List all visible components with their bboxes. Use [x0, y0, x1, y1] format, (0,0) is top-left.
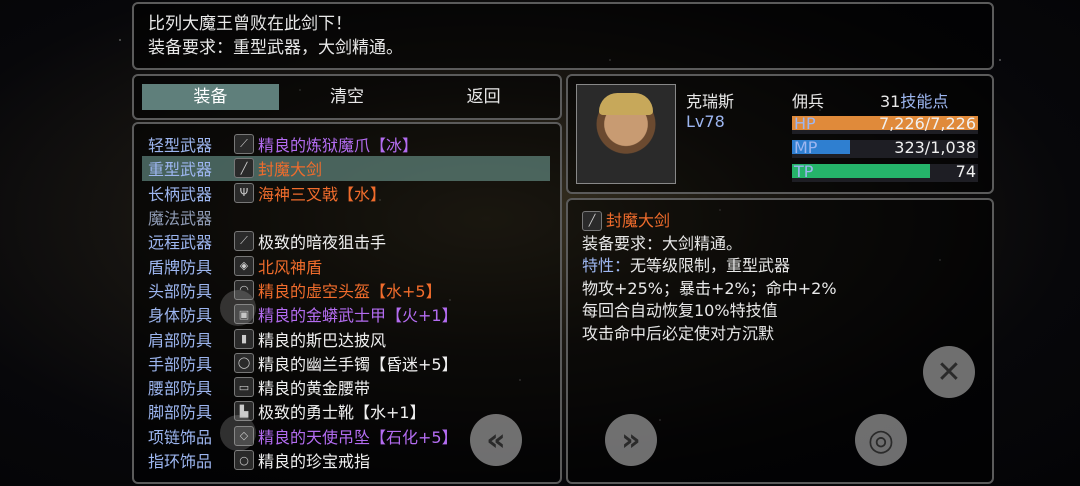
equipment-row[interactable]: 轻型武器 ⟋ 精良的炼狱魔爪【冰】: [142, 132, 552, 156]
description-line-2: 装备要求：重型武器，大剑精通。: [148, 38, 403, 58]
equipment-slot-label: 魔法武器: [148, 209, 213, 229]
mp-bar: MP 323/1,038: [792, 138, 978, 158]
chevron-double-left-icon: «: [486, 422, 506, 458]
equipment-slot-label: 腰部防具: [148, 379, 213, 399]
trait-value: 无等级限制，重型武器: [630, 256, 791, 275]
equipment-slot-label: 重型武器: [148, 160, 213, 180]
prev-page-button[interactable]: «: [470, 414, 522, 466]
equipment-item-name: 封魔大剑: [258, 160, 323, 180]
equipment-item-name: 精良的炼狱魔爪【冰】: [258, 136, 419, 156]
item-info-effect-2: 攻击命中后必定使对方沉默: [582, 323, 775, 343]
joystick-hint: [220, 415, 256, 451]
equipment-item-name: 精良的黄金腰带: [258, 379, 371, 399]
close-icon: ✕: [936, 354, 962, 390]
description-line-1: 比列大魔王曾败在此剑下！: [148, 14, 352, 34]
sword-icon: ╱: [234, 158, 254, 179]
tp-value: 74: [955, 162, 976, 181]
sword-icon: ╱: [582, 211, 602, 232]
equipment-item-name: 极致的勇士靴【水+1】: [258, 403, 426, 423]
equipment-item-name: 精良的金蟒武士甲【火+1】: [258, 306, 458, 326]
equipment-slot-label: 肩部防具: [148, 330, 213, 350]
equipment-row[interactable]: 魔法武器: [142, 205, 552, 229]
close-button[interactable]: ✕: [923, 346, 975, 398]
rifle-icon: ⟋: [234, 231, 254, 252]
equipment-item-name: 精良的珍宝戒指: [258, 452, 371, 471]
equipment-row[interactable]: 头部防具 ◠ 精良的虚空头盔【水+5】: [142, 278, 552, 302]
equipment-row[interactable]: 盾牌防具 ◈ 北风神盾: [142, 253, 552, 277]
chevron-double-right-icon: »: [621, 422, 641, 458]
equipment-slot-label: 脚部防具: [148, 403, 213, 423]
equipment-item-name: 精良的虚空头盔【水+5】: [258, 281, 442, 301]
action-tabs: 装备 清空 返回: [132, 74, 562, 120]
hp-value: 7,226/7,226: [879, 114, 976, 133]
next-page-button[interactable]: »: [605, 414, 657, 466]
mp-value: 323/1,038: [894, 138, 976, 157]
character-panel: 克瑞斯 Lv78 佣兵 31技能点 HP 7,226/7,226 MP 323/…: [566, 74, 994, 194]
tab-back[interactable]: 返回: [415, 84, 552, 110]
item-info-stats: 物攻+25%；暴击+2%；命中+2%: [582, 278, 837, 298]
tp-label: TP: [794, 162, 814, 181]
circle-icon: ◎: [867, 422, 895, 458]
character-portrait: [576, 84, 676, 184]
skill-points-label: 技能点: [900, 92, 949, 111]
trait-label: 特性：: [582, 256, 631, 275]
character-level: Lv78: [686, 112, 725, 131]
equipment-slot-label: 指环饰品: [148, 452, 213, 471]
skill-points: 31技能点: [880, 88, 948, 112]
equipment-slot-label: 手部防具: [148, 354, 213, 374]
equipment-item-name: 北风神盾: [258, 257, 323, 277]
equipment-item-name: 极致的暗夜狙击手: [258, 233, 387, 253]
equipment-slot-label: 头部防具: [148, 281, 213, 301]
equipment-row[interactable]: 手部防具 ◯ 精良的幽兰手镯【昏迷+5】: [142, 351, 552, 375]
tp-bar: TP 74: [792, 162, 978, 182]
equipment-slot-label: 长柄武器: [148, 184, 213, 204]
character-class: 佣兵: [792, 92, 825, 111]
tab-clear[interactable]: 清空: [279, 84, 416, 110]
item-info-name: 封魔大剑: [606, 211, 671, 230]
tab-equip[interactable]: 装备: [142, 84, 279, 110]
ring-icon: ○: [234, 450, 254, 470]
bracelet-icon: ◯: [234, 352, 254, 373]
equipment-item-name: 海神三叉戟【水】: [258, 184, 387, 204]
trident-icon: Ψ: [234, 182, 254, 203]
equipment-row[interactable]: 腰部防具 ▭ 精良的黄金腰带: [142, 375, 552, 399]
equipment-item-name: 精良的幽兰手镯【昏迷+5】: [258, 354, 458, 374]
character-name: 克瑞斯: [686, 92, 735, 111]
confirm-button[interactable]: ◎: [855, 414, 907, 466]
item-description-panel: 比列大魔王曾败在此剑下！ 装备要求：重型武器，大剑精通。: [132, 2, 994, 70]
equipment-row[interactable]: 远程武器 ⟋ 极致的暗夜狙击手: [142, 229, 552, 253]
equipment-item-name: 精良的天使吊坠【石化+5】: [258, 427, 458, 447]
item-info-requirement: 装备要求：大剑精通。: [582, 233, 743, 253]
item-info-title: ╱ 封魔大剑: [582, 210, 978, 233]
joystick-hint: [220, 290, 256, 326]
shield-icon: ◈: [234, 255, 254, 276]
equipment-row[interactable]: 重型武器 ╱ 封魔大剑: [142, 156, 550, 181]
item-info-effect-1: 每回合自动恢复10%特技值: [582, 301, 778, 320]
hp-bar: HP 7,226/7,226: [792, 114, 978, 134]
equipment-row[interactable]: 肩部防具 ▮ 精良的斯巴达披风: [142, 326, 552, 350]
belt-icon: ▭: [234, 377, 254, 398]
mp-label: MP: [794, 138, 818, 157]
cloak-icon: ▮: [234, 328, 254, 349]
item-info-trait: 特性：无等级限制，重型武器: [582, 255, 978, 278]
equipment-row[interactable]: 身体防具 ▣ 精良的金蟒武士甲【火+1】: [142, 302, 552, 326]
equipment-slot-label: 盾牌防具: [148, 257, 213, 277]
skill-points-value: 31: [880, 92, 901, 111]
equipment-row[interactable]: 长柄武器 Ψ 海神三叉戟【水】: [142, 181, 552, 205]
hp-label: HP: [794, 114, 816, 133]
equipment-slot-label: 远程武器: [148, 233, 213, 253]
claw-icon: ⟋: [234, 134, 254, 155]
equipment-item-name: 精良的斯巴达披风: [258, 330, 387, 350]
equipment-slot-label: 轻型武器: [148, 136, 213, 156]
